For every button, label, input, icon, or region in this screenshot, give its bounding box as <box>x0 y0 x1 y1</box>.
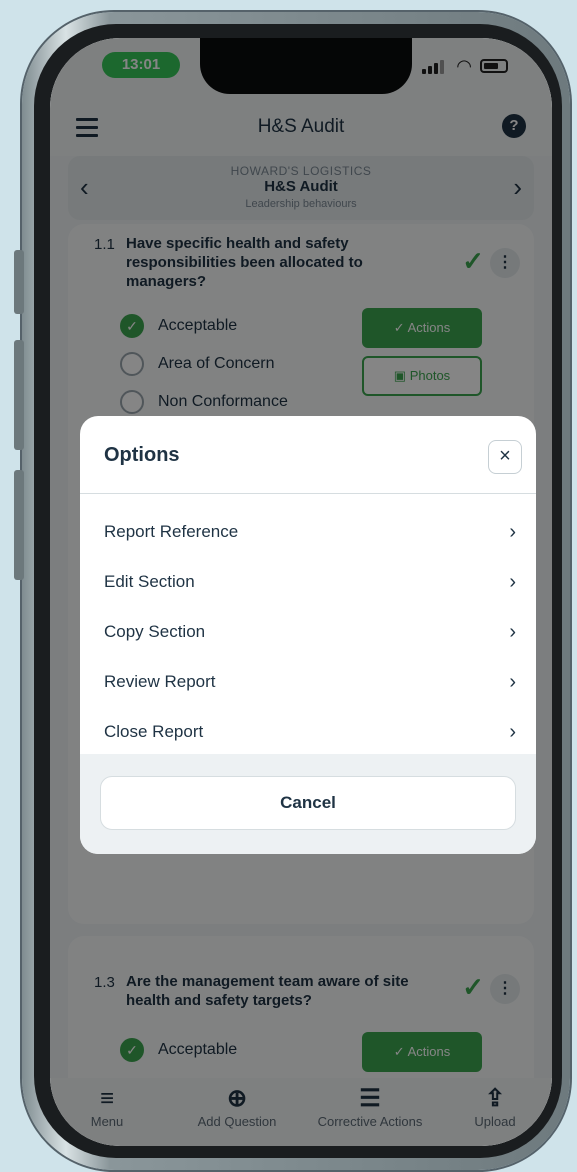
chevron-right-icon: › <box>509 720 516 743</box>
side-button <box>14 340 24 450</box>
chevron-right-icon: › <box>509 670 516 693</box>
chevron-right-icon: › <box>509 570 516 593</box>
menu-item-review-report[interactable]: Review Report › <box>104 662 516 702</box>
menu-item-label: Close Report <box>104 722 204 741</box>
menu-item-label: Review Report <box>104 672 216 691</box>
menu-item-label: Report Reference <box>104 522 239 541</box>
phone-screen: 13:01 ◠ H&S Audit ? ‹ HOWARD'S LOGISTICS… <box>50 38 552 1146</box>
close-icon[interactable]: × <box>488 440 522 474</box>
menu-item-report-reference[interactable]: Report Reference › <box>104 512 516 552</box>
chevron-right-icon: › <box>509 520 516 543</box>
menu-item-copy-section[interactable]: Copy Section › <box>104 612 516 652</box>
side-button <box>14 250 24 314</box>
side-button <box>14 470 24 580</box>
menu-item-label: Edit Section <box>104 572 195 591</box>
options-modal: Options × Report Reference › Edit Sectio… <box>80 416 536 854</box>
cancel-button[interactable]: Cancel <box>100 776 516 830</box>
menu-item-close-report[interactable]: Close Report › <box>104 712 516 752</box>
modal-title: Options <box>104 444 180 466</box>
menu-item-edit-section[interactable]: Edit Section › <box>104 562 516 602</box>
chevron-right-icon: › <box>509 620 516 643</box>
modal-footer: Cancel <box>80 754 536 854</box>
modal-header: Options × <box>80 416 536 494</box>
menu-item-label: Copy Section <box>104 622 206 641</box>
